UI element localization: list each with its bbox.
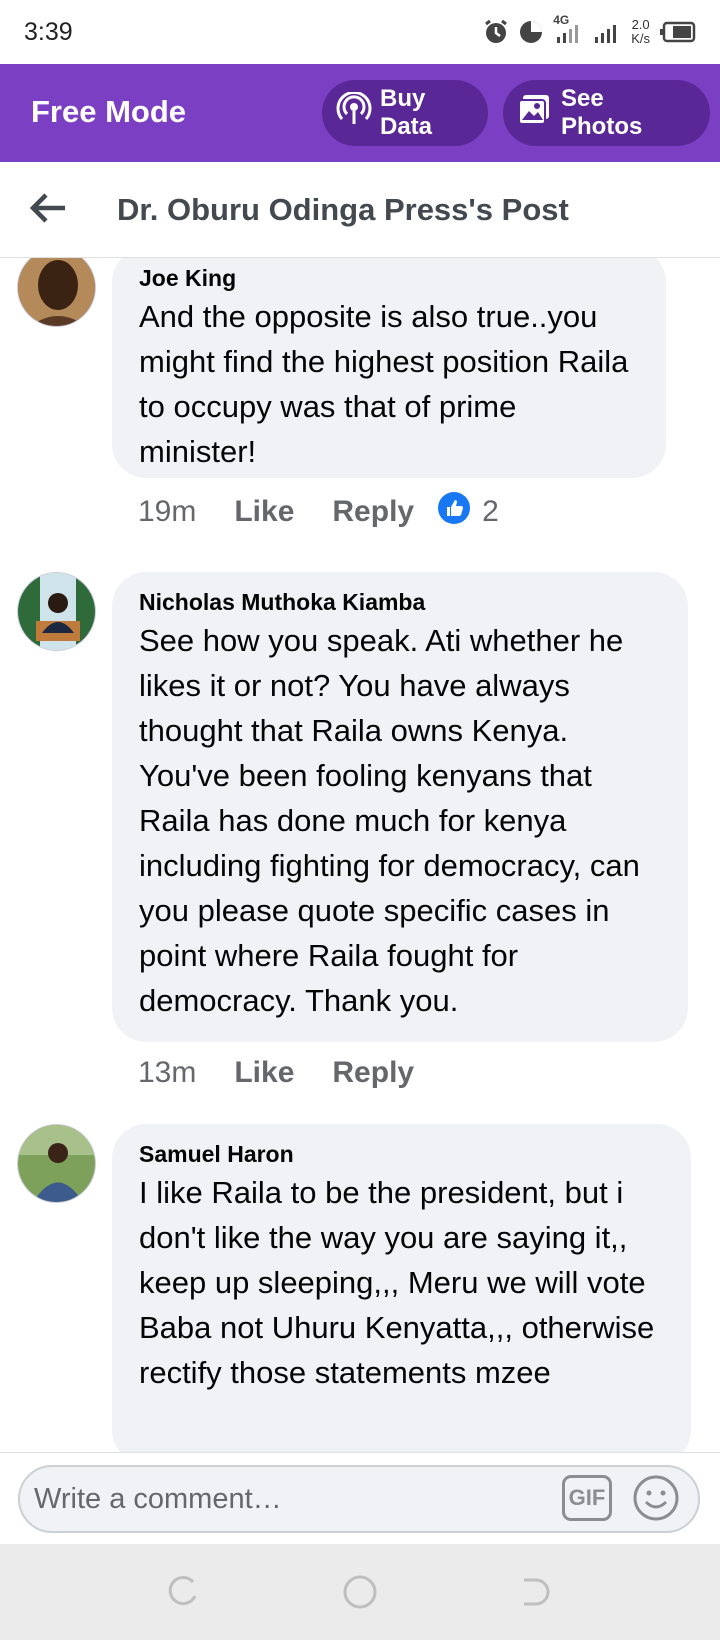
signal-icon bbox=[593, 19, 621, 45]
gif-button[interactable]: GIF bbox=[562, 1475, 612, 1521]
back-nav-icon bbox=[518, 1578, 554, 1614]
comment-actions: 19m Like Reply 2 bbox=[138, 492, 499, 532]
see-photos-label: See Photos bbox=[561, 85, 643, 140]
avatar[interactable] bbox=[17, 1124, 96, 1203]
status-bar: 3:39 4G 2.0 K/s bbox=[0, 0, 720, 64]
emoji-button[interactable] bbox=[632, 1474, 680, 1522]
alarm-icon bbox=[483, 19, 509, 45]
reply-button[interactable]: Reply bbox=[332, 1056, 414, 1090]
comment-composer: GIF bbox=[0, 1452, 720, 1544]
battery-icon bbox=[660, 21, 696, 43]
back-nav-button[interactable] bbox=[518, 1574, 554, 1610]
buy-data-button[interactable]: Buy Data bbox=[322, 80, 488, 146]
comment-bubble[interactable]: Joe King And the opposite is also true..… bbox=[112, 258, 666, 478]
page-title: Dr. Oburu Odinga Press's Post bbox=[117, 192, 569, 227]
reaction-count-value: 2 bbox=[482, 495, 499, 528]
avatar[interactable] bbox=[17, 572, 96, 651]
avatar[interactable] bbox=[17, 258, 96, 327]
buy-data-label: Buy Data bbox=[380, 85, 433, 140]
comments-list[interactable]: Joe King And the opposite is also true..… bbox=[0, 258, 720, 1452]
status-icons: 4G 2.0 K/s bbox=[483, 13, 696, 50]
free-mode-banner: Free Mode Buy Data See Photos bbox=[0, 64, 720, 162]
comment-author[interactable]: Joe King bbox=[139, 262, 640, 294]
back-button[interactable] bbox=[24, 186, 72, 234]
photos-icon bbox=[517, 92, 553, 135]
comment-time[interactable]: 13m bbox=[138, 1056, 196, 1090]
comment-actions: 13m Like Reply bbox=[138, 1056, 452, 1090]
like-button[interactable]: Like bbox=[234, 1056, 294, 1090]
network-speed: 2.0 K/s bbox=[631, 18, 650, 46]
comment-time[interactable]: 19m bbox=[138, 495, 196, 529]
broadcast-icon bbox=[336, 90, 372, 135]
signal-4g-icon: 4G bbox=[553, 13, 583, 47]
like-button[interactable]: Like bbox=[234, 495, 294, 529]
recent-apps-button[interactable] bbox=[165, 1574, 201, 1610]
comment-text: And the opposite is also true..you might… bbox=[139, 299, 629, 469]
speed-value: 2.0 bbox=[631, 17, 650, 32]
comment-text: I like Raila to be the president, but i … bbox=[139, 1175, 655, 1390]
smiley-icon bbox=[632, 1475, 680, 1526]
comment-bubble[interactable]: Nicholas Muthoka Kiamba See how you spea… bbox=[112, 572, 688, 1042]
data-usage-icon bbox=[519, 20, 543, 44]
comment-text: See how you speak. Ati whether he likes … bbox=[139, 623, 640, 1018]
system-navigation-bar bbox=[0, 1544, 720, 1640]
see-photos-button[interactable]: See Photos bbox=[503, 80, 710, 146]
speed-unit: K/s bbox=[631, 31, 650, 46]
home-button[interactable] bbox=[342, 1574, 378, 1610]
thumbs-up-icon bbox=[438, 492, 471, 532]
comment-bubble[interactable]: Samuel Haron I like Raila to be the pres… bbox=[112, 1124, 691, 1452]
status-time: 3:39 bbox=[24, 18, 73, 46]
free-mode-title: Free Mode bbox=[31, 94, 187, 129]
comment-author[interactable]: Nicholas Muthoka Kiamba bbox=[139, 586, 662, 618]
post-header: Dr. Oburu Odinga Press's Post bbox=[0, 162, 720, 258]
home-circle-icon bbox=[342, 1575, 378, 1614]
reaction-count[interactable]: 2 bbox=[438, 492, 499, 532]
recent-apps-icon bbox=[165, 1576, 201, 1614]
reply-button[interactable]: Reply bbox=[332, 495, 414, 529]
back-arrow-icon bbox=[29, 192, 67, 229]
comment-author[interactable]: Samuel Haron bbox=[139, 1138, 665, 1170]
